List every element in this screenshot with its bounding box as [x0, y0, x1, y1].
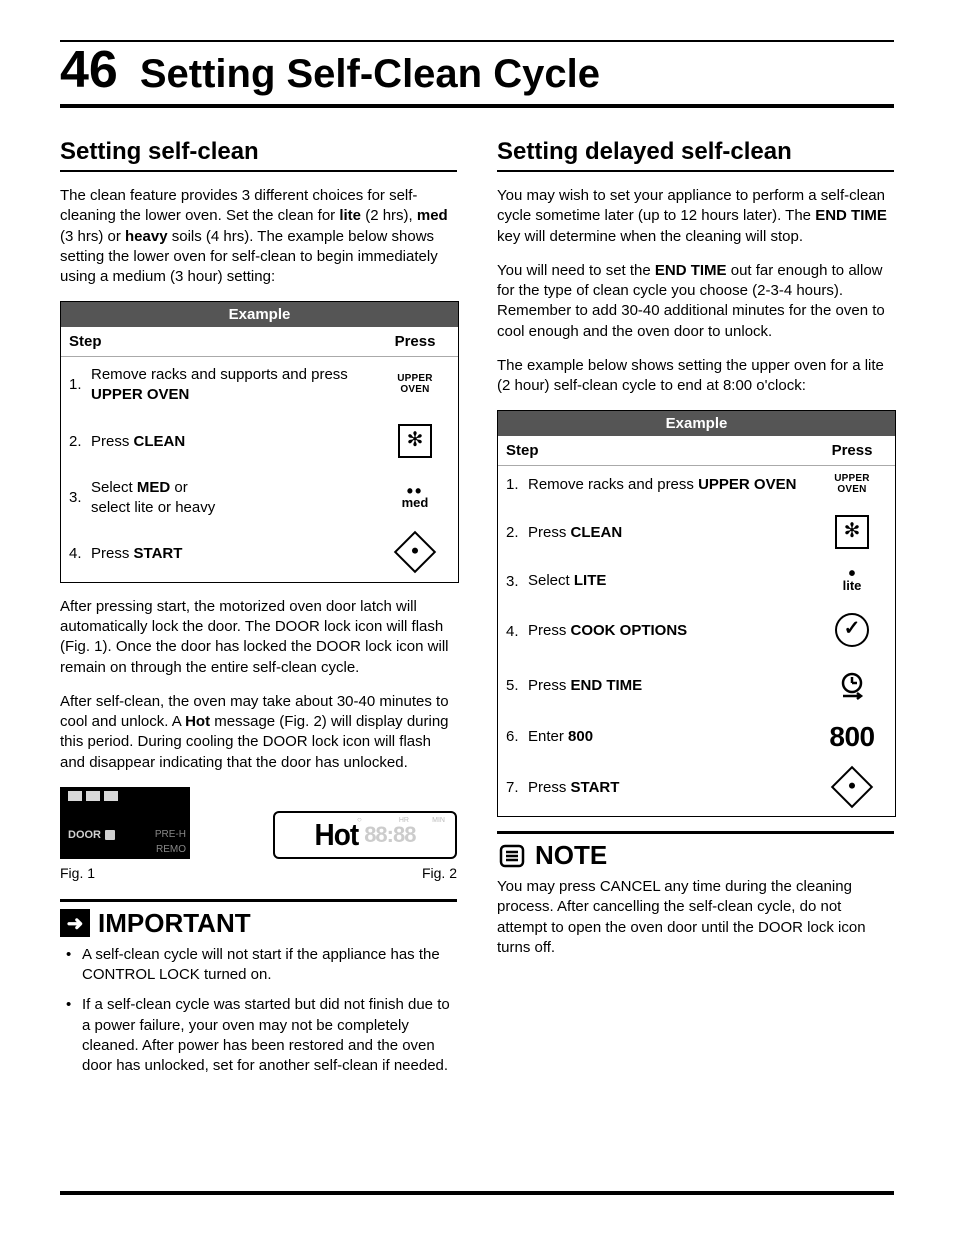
important-list: A self-clean cycle will not start if the…	[66, 945, 457, 1077]
clean-icon	[835, 515, 869, 549]
note-callout: NOTE You may press CANCEL any time durin…	[497, 831, 894, 958]
arrow-icon	[60, 909, 90, 937]
table-row: 4.Press COOK OPTIONS	[498, 605, 895, 662]
cook-options-icon	[835, 613, 869, 647]
table-row: 5.Press END TIME	[498, 662, 895, 715]
left-example-table: Example Step Press 1.Remove racks and su…	[60, 301, 459, 583]
table-row: 3.Select LITE•lite	[498, 561, 895, 605]
table-row: 3.Select MED orselect lite or heavy••med	[61, 470, 458, 529]
left-rows: 1.Remove racks and supports and press UP…	[61, 357, 458, 582]
right-p1: You may wish to set your appliance to pe…	[497, 186, 894, 247]
page-number: 46	[60, 44, 118, 96]
left-column: Setting self-clean The clean feature pro…	[60, 138, 457, 1086]
table-title: Example	[498, 411, 895, 436]
list-item: If a self-clean cycle was started but di…	[66, 995, 457, 1076]
table-row: 7.Press START	[498, 764, 895, 817]
col-press: Press	[380, 333, 450, 350]
section-heading-right: Setting delayed self-clean	[497, 138, 894, 172]
fig1-label: Fig. 1	[60, 865, 210, 881]
start-icon	[831, 765, 873, 807]
right-p2: You will need to set the END TIME out fa…	[497, 261, 894, 342]
important-callout: IMPORTANT A self-clean cycle will not st…	[60, 899, 457, 1077]
note-title: NOTE	[535, 840, 607, 871]
section-heading-left: Setting self-clean	[60, 138, 457, 172]
clean-icon	[398, 424, 432, 458]
right-example-table: Example Step Press 1.Remove racks and pr…	[497, 410, 896, 817]
note-body: You may press CANCEL any time during the…	[497, 877, 894, 958]
list-item: A self-clean cycle will not start if the…	[66, 945, 457, 986]
col-step: Step	[506, 442, 817, 459]
table-row: 2.Press CLEAN	[498, 507, 895, 561]
right-rows: 1.Remove racks and press UPPER OVENUPPER…	[498, 466, 895, 816]
figure-1: DOOR PRE-H REMO	[60, 787, 190, 859]
important-title: IMPORTANT	[98, 908, 251, 939]
end-time-icon	[837, 670, 867, 700]
fig2-label: Fig. 2	[422, 865, 457, 881]
table-row: 6.Enter 800800	[498, 714, 895, 763]
figure-2: Hot ○ HRMIN 88:88	[273, 811, 457, 859]
right-column: Setting delayed self-clean You may wish …	[497, 138, 894, 1086]
door-lock-icon	[105, 830, 115, 840]
note-icon	[497, 842, 527, 870]
table-row: 2.Press CLEAN	[61, 416, 458, 470]
left-intro: The clean feature provides 3 different c…	[60, 186, 457, 287]
footer-rule	[60, 1191, 894, 1195]
left-after-2: After self-clean, the oven may take abou…	[60, 692, 457, 773]
left-after-1: After pressing start, the motorized oven…	[60, 597, 457, 678]
col-step: Step	[69, 333, 380, 350]
table-row: 1.Remove racks and press UPPER OVENUPPER…	[498, 466, 895, 507]
table-row: 1.Remove racks and supports and press UP…	[61, 357, 458, 416]
right-p3: The example below shows setting the uppe…	[497, 356, 894, 397]
table-title: Example	[61, 302, 458, 327]
start-icon	[394, 531, 436, 573]
page-title: Setting Self-Clean Cycle	[140, 54, 600, 94]
page-header: 46 Setting Self-Clean Cycle	[60, 44, 894, 108]
col-press: Press	[817, 442, 887, 459]
table-row: 4.Press START	[61, 529, 458, 582]
